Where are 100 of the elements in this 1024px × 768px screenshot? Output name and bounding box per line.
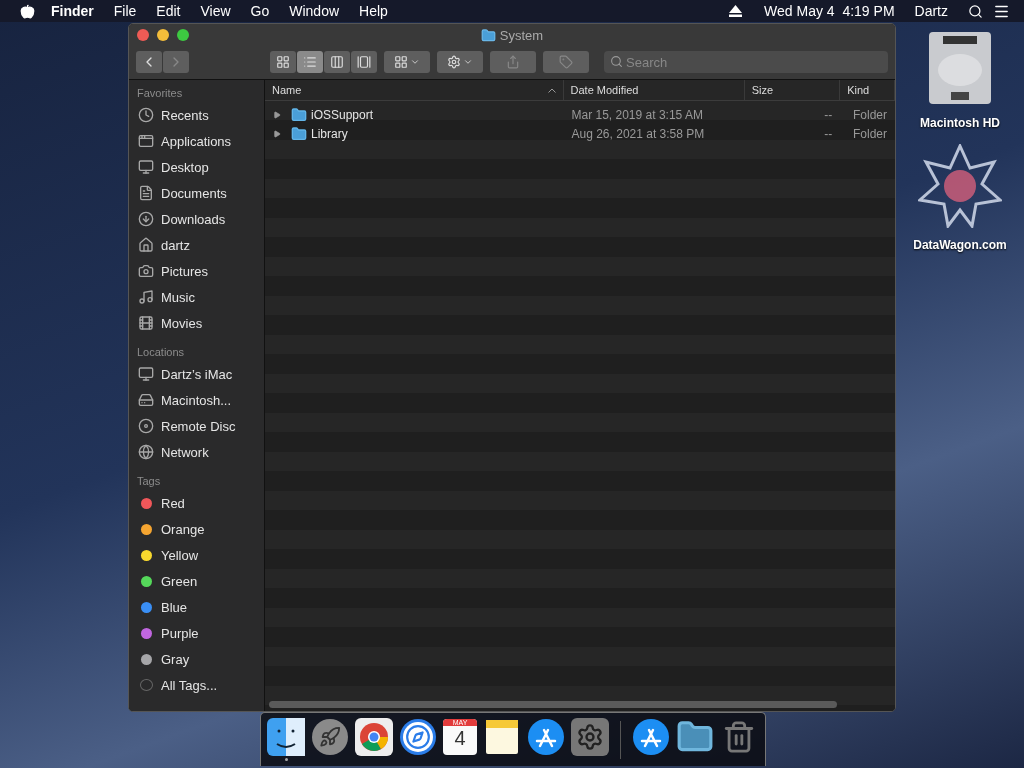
sidebar-item[interactable]: Orange — [137, 516, 264, 542]
menu-item[interactable]: View — [190, 3, 241, 19]
column-header[interactable]: Date Modified — [563, 80, 745, 100]
caret-icon — [410, 57, 420, 67]
user-menu[interactable]: Dartz — [904, 3, 958, 19]
sidebar-item[interactable]: Documents — [137, 180, 264, 206]
sidebar-item[interactable]: Music — [137, 284, 264, 310]
view-mode-button[interactable] — [297, 51, 323, 73]
sidebar-item[interactable]: Green — [137, 568, 264, 594]
sidebar-item[interactable]: All Tags... — [137, 672, 264, 698]
disclosure-triangle-icon[interactable] — [273, 130, 281, 139]
sidebar-item[interactable]: Macintosh... — [137, 387, 264, 413]
search-icon — [610, 55, 623, 68]
view-mode-button[interactable] — [324, 51, 350, 73]
file-size: -- — [824, 107, 833, 122]
date-modified: Mar 15, 2019 at 3:15 AM — [571, 107, 703, 122]
sidebar-item[interactable]: Red — [137, 490, 264, 516]
sidebar-item[interactable]: Applications — [137, 128, 264, 154]
back-button[interactable] — [136, 51, 162, 73]
documents-icon — [138, 185, 154, 201]
sidebar-item[interactable]: Dartz’s iMac — [137, 361, 264, 387]
desktop-icon-label: DataWagon.com — [913, 238, 1007, 252]
action-button[interactable] — [437, 51, 483, 73]
network-icon — [138, 444, 154, 460]
file-size: -- — [824, 127, 833, 142]
disc-icon — [138, 418, 154, 434]
sidebar-item[interactable]: dartz — [137, 232, 264, 258]
list-view-icon — [303, 55, 317, 69]
downloads-icon — [138, 211, 154, 227]
sidebar-heading: Favorites — [137, 87, 184, 101]
sidebar-item[interactable]: Yellow — [137, 542, 264, 568]
sidebar-item[interactable]: Pictures — [137, 258, 264, 284]
file-row[interactable]: Library Aug 26, 2021 at 3:58 PM -- Folder — [265, 124, 895, 144]
desktop-icon-label: Macintosh HD — [920, 116, 1000, 130]
file-kind: Folder — [853, 127, 887, 142]
sidebar-item[interactable]: Recents — [137, 102, 264, 128]
sidebar-item[interactable]: Desktop — [137, 154, 264, 180]
sidebar-item[interactable]: Remote Disc — [137, 413, 264, 439]
compass-icon[interactable] — [399, 718, 437, 756]
view-mode-button[interactable] — [351, 51, 377, 73]
music-icon — [138, 289, 154, 305]
minimize-button[interactable] — [157, 29, 169, 41]
sidebar-heading: Locations — [137, 346, 186, 360]
column-header[interactable]: Kind — [840, 80, 895, 100]
gallery-view-icon — [357, 55, 371, 69]
disclosure-triangle-icon[interactable] — [273, 110, 281, 119]
menu-item[interactable]: Window — [279, 3, 350, 19]
menu-clock[interactable]: Wed May 4 4:19 PM — [754, 3, 905, 19]
grid-icon — [394, 55, 408, 69]
computer-icon — [138, 366, 154, 382]
menu-item[interactable]: Go — [240, 3, 280, 19]
close-button[interactable] — [137, 29, 149, 41]
folder-icon — [480, 27, 496, 43]
calendar-day: 4 — [454, 726, 466, 750]
file-row[interactable]: iOSSupport Mar 15, 2019 at 3:15 AM -- Folder — [265, 105, 895, 125]
desktop-icon — [138, 159, 154, 175]
file-name: Library — [311, 127, 348, 142]
share-icon — [506, 55, 520, 69]
sidebar-item[interactable]: Gray — [137, 646, 264, 672]
date-modified: Aug 26, 2021 at 3:58 PM — [571, 127, 705, 142]
sidebar-item[interactable]: Downloads — [137, 206, 264, 232]
app-store-icon[interactable] — [527, 718, 565, 756]
menu-item[interactable]: Edit — [146, 3, 191, 19]
search-icon[interactable] — [968, 3, 983, 19]
gear-icon — [447, 55, 461, 69]
menu-item[interactable]: File — [103, 3, 147, 19]
sidebar-item[interactable]: Network — [137, 439, 264, 465]
sidebar-item[interactable]: Movies — [137, 310, 264, 336]
tag-icon — [559, 55, 573, 69]
window-title: System — [499, 27, 544, 43]
scroll-bar[interactable] — [269, 701, 837, 708]
icons-view-icon — [276, 55, 290, 69]
pictures-icon — [138, 263, 154, 279]
group-button[interactable] — [384, 51, 430, 73]
menu-item[interactable]: Help — [349, 3, 398, 19]
sidebar-heading: Tags — [137, 475, 162, 489]
columns-view-icon — [330, 55, 344, 69]
notepad-icon[interactable] — [483, 718, 521, 756]
rocket-icon[interactable] — [311, 718, 349, 756]
recents-icon — [138, 107, 154, 123]
movies-icon — [138, 315, 154, 331]
zoom-button[interactable] — [177, 29, 189, 41]
file-kind: Folder — [853, 107, 887, 122]
column-header[interactable]: Name — [265, 80, 564, 100]
sidebar-item[interactable]: Blue — [137, 594, 264, 620]
caret-icon — [463, 57, 473, 67]
view-mode-button[interactable] — [270, 51, 296, 73]
chrome-icon[interactable] — [355, 718, 393, 756]
eject-icon[interactable] — [729, 5, 743, 17]
folder-icon — [291, 126, 307, 143]
applications-icon — [138, 133, 154, 149]
column-header[interactable]: Size — [744, 80, 841, 100]
app-menu[interactable]: Finder — [41, 3, 104, 19]
sidebar-item[interactable]: Purple — [137, 620, 264, 646]
finder-face-icon[interactable] — [267, 718, 305, 756]
app-store-icon[interactable] — [632, 718, 670, 756]
star-pattern-icon[interactable] — [918, 144, 1002, 228]
apple-icon[interactable] — [20, 3, 35, 19]
gear-icon[interactable] — [571, 718, 609, 756]
search-field[interactable]: Search — [604, 51, 888, 73]
